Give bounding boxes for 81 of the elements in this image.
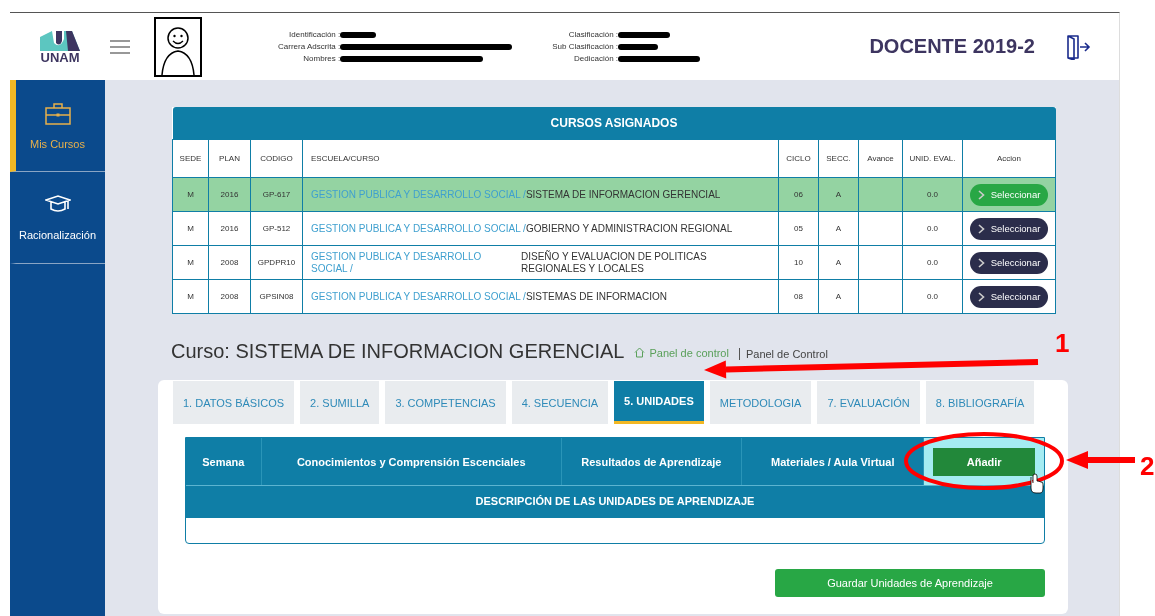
section-header: DESCRIPCIÓN DE LAS UNIDADES DE APRENDIZAJE — [186, 485, 1044, 518]
table-cell: 08 — [794, 292, 803, 301]
column-header: Avance — [867, 153, 894, 163]
school-link[interactable]: GESTION PUBLICA Y DESARROLLO SOCIAL / — [311, 188, 526, 201]
tab[interactable]: 3. COMPETENCIAS — [385, 381, 506, 424]
save-button[interactable]: Guardar Unidades de Aprendizaje — [775, 569, 1045, 597]
chevron-icon — [977, 189, 985, 200]
school-link[interactable]: GESTION PUBLICA Y DESARROLLO SOCIAL / — [311, 250, 501, 275]
chevron-icon — [977, 223, 985, 234]
table-cell: GPSIN08 — [259, 292, 294, 301]
table-cell: M — [187, 224, 194, 233]
breadcrumb-current: Panel de Control — [738, 348, 828, 360]
table-cell: GP-617 — [262, 190, 291, 199]
hand-cursor-icon — [1030, 473, 1044, 494]
column-header: CICLO — [786, 153, 811, 163]
logout-icon[interactable] — [1065, 33, 1091, 60]
column-header: Accion — [997, 153, 1021, 163]
role-title: DOCENTE 2019-2 — [869, 35, 1035, 58]
table-cell: 2008 — [220, 258, 239, 267]
table-cell: A — [835, 190, 842, 199]
annotation-number: 1 — [1055, 328, 1070, 358]
course-title: Curso: SISTEMA DE INFORMACION GERENCIAL — [171, 340, 625, 363]
table-cell: A — [835, 224, 842, 233]
tab[interactable]: 1. DATOS BÁSICOS — [173, 381, 295, 424]
tab[interactable]: 2. SUMILLA — [300, 381, 380, 424]
info-label: Carrera Adscrita : — [278, 42, 341, 51]
home-icon — [634, 347, 646, 358]
tab[interactable]: 7. EVALUACIÓN — [817, 381, 920, 424]
select-button[interactable]: Seleccionar — [969, 251, 1049, 274]
table-cell: GPDPR10 — [257, 258, 296, 267]
table-cell: M — [187, 258, 194, 267]
select-button[interactable]: Seleccionar — [969, 285, 1049, 308]
school-link[interactable]: GESTION PUBLICA Y DESARROLLO SOCIAL / — [311, 290, 526, 303]
logo-icon — [38, 29, 82, 51]
table-cell: 06 — [794, 190, 803, 199]
select-button[interactable]: Seleccionar — [969, 217, 1049, 240]
table-cell: M — [187, 190, 194, 199]
school-link[interactable]: GESTION PUBLICA Y DESARROLLO SOCIAL / — [311, 222, 526, 235]
table-cell: 0.0 — [926, 224, 939, 233]
table-cell: 2016 — [220, 190, 239, 199]
add-button[interactable]: Añadir — [933, 447, 1036, 476]
annotation-number: 2 — [1140, 451, 1155, 481]
table-cell: 0.0 — [926, 190, 939, 199]
info-label: Identificación : — [288, 30, 341, 39]
redaction-bar — [340, 31, 377, 38]
table-title: CURSOS ASIGNADOS — [550, 116, 678, 130]
column-header: CODIGO — [260, 153, 293, 163]
tab[interactable]: 5. UNIDADES — [614, 381, 704, 424]
table-cell: GP-512 — [262, 224, 291, 233]
tab[interactable]: 8. BIBLIOGRAFÍA — [925, 381, 1035, 424]
table-cell: 2008 — [220, 292, 239, 301]
menu-icon[interactable] — [110, 39, 130, 54]
chevron-icon — [977, 257, 985, 268]
chevron-icon — [977, 291, 985, 302]
table-cell: 2016 — [220, 224, 239, 233]
tab[interactable]: METODOLOGIA — [709, 381, 812, 424]
info-label: Sub Clasificación : — [552, 42, 619, 51]
annotation-arrow — [1066, 451, 1135, 469]
table-cell: 0.0 — [926, 258, 939, 267]
info-label: Nombres : — [302, 54, 341, 63]
column-header: PLAN — [219, 153, 240, 163]
tab[interactable]: 4. SECUENCIA — [511, 381, 609, 424]
table-cell: 05 — [794, 224, 803, 233]
column-header: SEDE — [179, 153, 202, 163]
table-cell: 10 — [794, 258, 803, 267]
table-cell: 0.0 — [926, 292, 939, 301]
column-header: ESCUELA/CURSO — [311, 153, 380, 163]
column-header: UNID. EVAL. — [909, 153, 956, 163]
course-name: DISEÑO Y EVALUACION DE POLITICAS REGIONALES Y LOCALES — [521, 250, 708, 275]
info-label: Dedicación : — [573, 54, 619, 63]
redaction-bar — [618, 43, 659, 50]
info-label: Clasificación : — [567, 30, 619, 39]
table-cell: A — [835, 292, 842, 301]
logo-text: UNAM — [40, 51, 80, 64]
column-header: SECC. — [826, 153, 851, 163]
select-button[interactable]: Seleccionar — [969, 183, 1049, 206]
table-cell: A — [835, 258, 842, 267]
briefcase-icon — [44, 101, 71, 126]
table-cell: M — [187, 292, 194, 301]
breadcrumb-link[interactable]: Panel de control — [649, 346, 729, 359]
redaction-bar — [618, 31, 671, 38]
